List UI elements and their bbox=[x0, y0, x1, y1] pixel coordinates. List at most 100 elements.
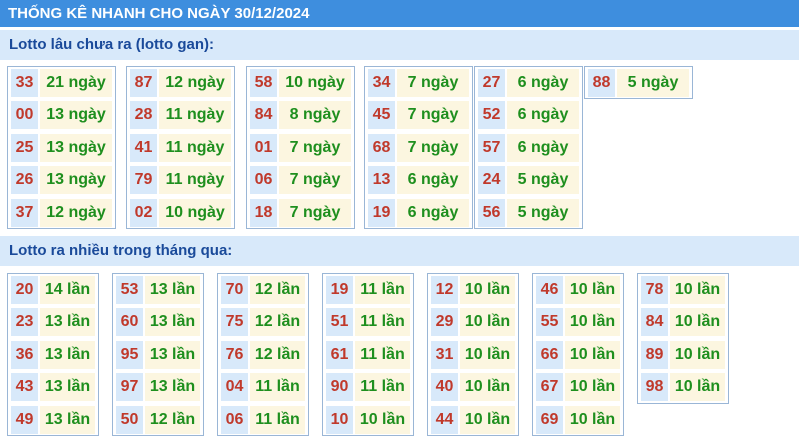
lotto-count: 12 lần bbox=[250, 308, 305, 337]
lotto-nhieu-row: 98 10 lần bbox=[638, 373, 730, 402]
lotto-number: 55 bbox=[536, 308, 563, 337]
lotto-nhieu-row: 60 13 lần bbox=[113, 308, 205, 337]
lotto-count: 13 lần bbox=[145, 373, 200, 402]
lotto-count: 10 lần bbox=[565, 276, 620, 304]
lotto-nhieu-row: 50 12 lần bbox=[113, 405, 205, 434]
lotto-count: 6 ngày bbox=[507, 101, 579, 130]
lotto-count: 10 lần bbox=[670, 373, 725, 402]
lotto-number: 44 bbox=[431, 405, 458, 434]
lotto-number: 84 bbox=[641, 308, 668, 337]
lotto-number: 89 bbox=[641, 340, 668, 369]
lotto-number: 88 bbox=[588, 69, 615, 97]
lotto-count: 21 ngày bbox=[40, 69, 112, 97]
lotto-count: 13 ngày bbox=[40, 166, 112, 195]
lotto-gan-row: 79 11 ngày bbox=[127, 166, 236, 195]
lotto-nhieu-row: 20 14 lần bbox=[8, 276, 100, 304]
lotto-number: 37 bbox=[11, 198, 38, 227]
lotto-count: 6 ngày bbox=[397, 166, 469, 195]
lotto-nhieu-row: 06 11 lần bbox=[218, 405, 310, 434]
lotto-number: 06 bbox=[250, 166, 277, 195]
lotto-count: 10 ngày bbox=[279, 69, 351, 97]
lotto-count: 11 lần bbox=[355, 308, 410, 337]
lotto-nhieu-row: 66 10 lần bbox=[533, 340, 625, 369]
lotto-count: 11 ngày bbox=[159, 133, 231, 162]
lotto-number: 02 bbox=[130, 198, 157, 227]
lotto-count: 8 ngày bbox=[279, 101, 351, 130]
lotto-number: 87 bbox=[130, 69, 157, 97]
lotto-count: 12 lần bbox=[250, 340, 305, 369]
lotto-number: 51 bbox=[326, 308, 353, 337]
lotto-nhieu-row: 70 12 lần bbox=[218, 276, 310, 304]
lotto-nhieu-row: 97 13 lần bbox=[113, 373, 205, 402]
lotto-nhieu-block: 53 13 lần 60 13 lần 95 13 lần 97 13 lần 50 12 lần bbox=[112, 273, 204, 436]
lotto-gan-block: 33 21 ngày 00 13 ngày 25 13 ngày 26 13 ngày 37 12… bbox=[7, 66, 116, 229]
lotto-nhieu-row: 29 10 lần bbox=[428, 308, 520, 337]
lotto-count: 11 lần bbox=[355, 373, 410, 402]
lotto-gan-row: 24 5 ngày bbox=[475, 166, 584, 195]
lotto-gan-row: 84 8 ngày bbox=[247, 101, 356, 130]
lotto-number: 19 bbox=[368, 198, 395, 227]
lotto-number: 95 bbox=[116, 340, 143, 369]
lotto-count: 12 ngày bbox=[40, 198, 112, 227]
lotto-count: 10 lần bbox=[670, 276, 725, 304]
lotto-count: 11 lần bbox=[355, 276, 410, 304]
lotto-nhieu-row: 36 13 lần bbox=[8, 340, 100, 369]
lotto-nhieu-block: 78 10 lần 84 10 lần 89 10 lần 98 10 lần bbox=[637, 273, 729, 404]
lotto-nhieu-row: 31 10 lần bbox=[428, 340, 520, 369]
lotto-nhieu-row: 04 11 lần bbox=[218, 373, 310, 402]
lotto-number: 34 bbox=[368, 69, 395, 97]
lotto-number: 61 bbox=[326, 340, 353, 369]
section-heading-lotto-nhieu: Lotto ra nhiều trong tháng qua: bbox=[0, 236, 799, 266]
lotto-number: 76 bbox=[221, 340, 248, 369]
lotto-number: 25 bbox=[11, 133, 38, 162]
lotto-number: 18 bbox=[250, 198, 277, 227]
lotto-gan-row: 45 7 ngày bbox=[365, 101, 474, 130]
lotto-number: 43 bbox=[11, 373, 38, 402]
lotto-count: 12 lần bbox=[250, 276, 305, 304]
lotto-number: 41 bbox=[130, 133, 157, 162]
lotto-nhieu-row: 23 13 lần bbox=[8, 308, 100, 337]
lotto-number: 24 bbox=[478, 166, 505, 195]
lotto-count: 13 lần bbox=[40, 308, 95, 337]
lotto-nhieu-row: 67 10 lần bbox=[533, 373, 625, 402]
lotto-count: 11 lần bbox=[355, 340, 410, 369]
lotto-number: 33 bbox=[11, 69, 38, 97]
lotto-nhieu-row: 10 10 lần bbox=[323, 405, 415, 434]
lotto-number: 26 bbox=[11, 166, 38, 195]
lotto-number: 78 bbox=[641, 276, 668, 304]
lotto-gan-row: 34 7 ngày bbox=[365, 69, 474, 97]
lotto-count: 10 lần bbox=[355, 405, 410, 434]
lotto-nhieu-row: 89 10 lần bbox=[638, 340, 730, 369]
lotto-gan-block: 27 6 ngày 52 6 ngày 57 6 ngày 24 5 ngày 56 5 ngày bbox=[474, 66, 583, 229]
lotto-count: 10 lần bbox=[670, 308, 725, 337]
lotto-count: 5 ngày bbox=[617, 69, 689, 97]
lotto-count: 10 lần bbox=[460, 340, 515, 369]
lotto-number: 70 bbox=[221, 276, 248, 304]
lotto-count: 10 lần bbox=[670, 340, 725, 369]
lotto-number: 97 bbox=[116, 373, 143, 402]
lotto-count: 10 lần bbox=[460, 308, 515, 337]
lotto-nhieu-block: 70 12 lần 75 12 lần 76 12 lần 04 11 lần 06 11 lần bbox=[217, 273, 309, 436]
lotto-gan-block: 87 12 ngày 28 11 ngày 41 11 ngày 79 11 ngày 02 10… bbox=[126, 66, 235, 229]
lotto-count: 7 ngày bbox=[279, 166, 351, 195]
lotto-gan-row: 88 5 ngày bbox=[585, 69, 694, 97]
lotto-number: 53 bbox=[116, 276, 143, 304]
lotto-number: 01 bbox=[250, 133, 277, 162]
lotto-gan-block: 88 5 ngày bbox=[584, 66, 694, 100]
lotto-count: 12 lần bbox=[145, 405, 200, 434]
lotto-number: 10 bbox=[326, 405, 353, 434]
lotto-count: 13 lần bbox=[145, 340, 200, 369]
lotto-gan-row: 33 21 ngày bbox=[8, 69, 117, 97]
lotto-nhieu-row: 90 11 lần bbox=[323, 373, 415, 402]
lotto-count: 11 ngày bbox=[159, 166, 231, 195]
lotto-count: 14 lần bbox=[40, 276, 95, 304]
lotto-nhieu-row: 44 10 lần bbox=[428, 405, 520, 434]
lotto-count: 11 ngày bbox=[159, 101, 231, 130]
lotto-nhieu-block: 12 10 lần 29 10 lần 31 10 lần 40 10 lần 44 10 lần bbox=[427, 273, 519, 436]
lotto-number: 98 bbox=[641, 373, 668, 402]
lotto-nhieu-block: 19 11 lần 51 11 lần 61 11 lần 90 11 lần 10 10 lần bbox=[322, 273, 414, 436]
lotto-count: 6 ngày bbox=[507, 69, 579, 97]
lotto-gan-block: 58 10 ngày 84 8 ngày 01 7 ngày 06 7 ngày 18 7 ngà… bbox=[246, 66, 355, 229]
lotto-gan-row: 13 6 ngày bbox=[365, 166, 474, 195]
lotto-number: 56 bbox=[478, 198, 505, 227]
